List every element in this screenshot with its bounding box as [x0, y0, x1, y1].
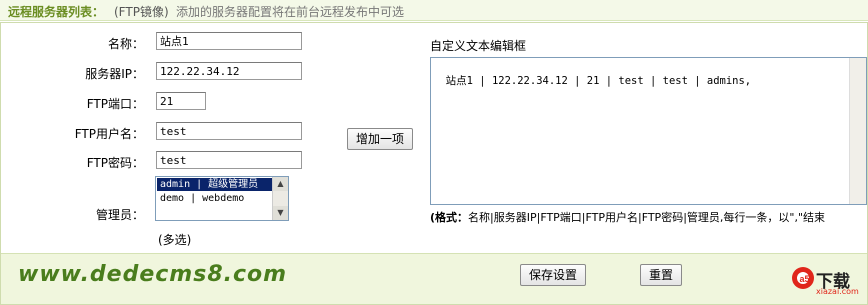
page-title: 远程服务器列表： [8, 5, 105, 19]
ftp-user-input[interactable]: test [156, 122, 302, 140]
save-settings-button[interactable]: 保存设置 [520, 264, 586, 286]
page-header: 远程服务器列表： (FTP镜像) 添加的服务器配置将在前台远程发布中可选 [0, 0, 868, 21]
scroll-down-icon[interactable]: ▼ [273, 206, 288, 220]
editor-title: 自定义文本编辑框 [430, 39, 527, 53]
ftp-port-input[interactable]: 21 [156, 92, 206, 110]
format-hint-text: 名称|服务器IP|FTP端口|FTP用户名|FTP密码|管理员,每行一条，以",… [468, 211, 826, 224]
custom-text-editor[interactable]: 站点1 | 122.22.34.12 | 21 | test | test | … [430, 57, 867, 205]
multi-select-note: (多选) [158, 233, 192, 247]
logo-subtext: xiazai.com [816, 287, 859, 296]
editor-content: 站点1 | 122.22.34.12 | 21 | test | test | … [445, 75, 752, 87]
user-label: FTP用户名： [74, 127, 144, 141]
admin-select[interactable]: admin | 超级管理员 demo | webdemo ▲ ▼ [155, 176, 289, 221]
reset-button[interactable]: 重置 [640, 264, 682, 286]
admin-option-demo[interactable]: demo | webdemo [157, 192, 276, 205]
admin-select-scrollbar[interactable]: ▲ ▼ [272, 177, 288, 220]
pass-label: FTP密码： [86, 156, 144, 170]
format-hint: (格式：名称|服务器IP|FTP端口|FTP用户名|FTP密码|管理员,每行一条… [430, 209, 825, 225]
site-watermark: www.dedecms8.com [18, 262, 288, 287]
a5-download-logo: a5 下载 xiazai.com [790, 263, 864, 299]
ftp-password-input[interactable]: test [156, 151, 302, 169]
name-input[interactable]: 站点1 [156, 32, 302, 50]
admin-label: 管理员： [95, 208, 144, 222]
format-hint-prefix: (格式： [430, 211, 469, 224]
scroll-up-icon[interactable]: ▲ [273, 177, 288, 191]
editor-scrollbar[interactable] [849, 58, 866, 204]
add-item-button[interactable]: 增加一项 [347, 128, 413, 150]
logo-mark: a5 [800, 274, 810, 284]
server-ip-input[interactable]: 122.22.34.12 [156, 62, 302, 80]
page-subtitle: 添加的服务器配置将在前台远程发布中可选 [176, 5, 405, 19]
ip-label: 服务器IP： [85, 67, 144, 81]
port-label: FTP端口： [86, 97, 144, 111]
admin-option-admin[interactable]: admin | 超级管理员 [157, 178, 276, 191]
name-label: 名称： [107, 37, 144, 51]
page-subtitle-tag: (FTP镜像) [114, 5, 169, 19]
